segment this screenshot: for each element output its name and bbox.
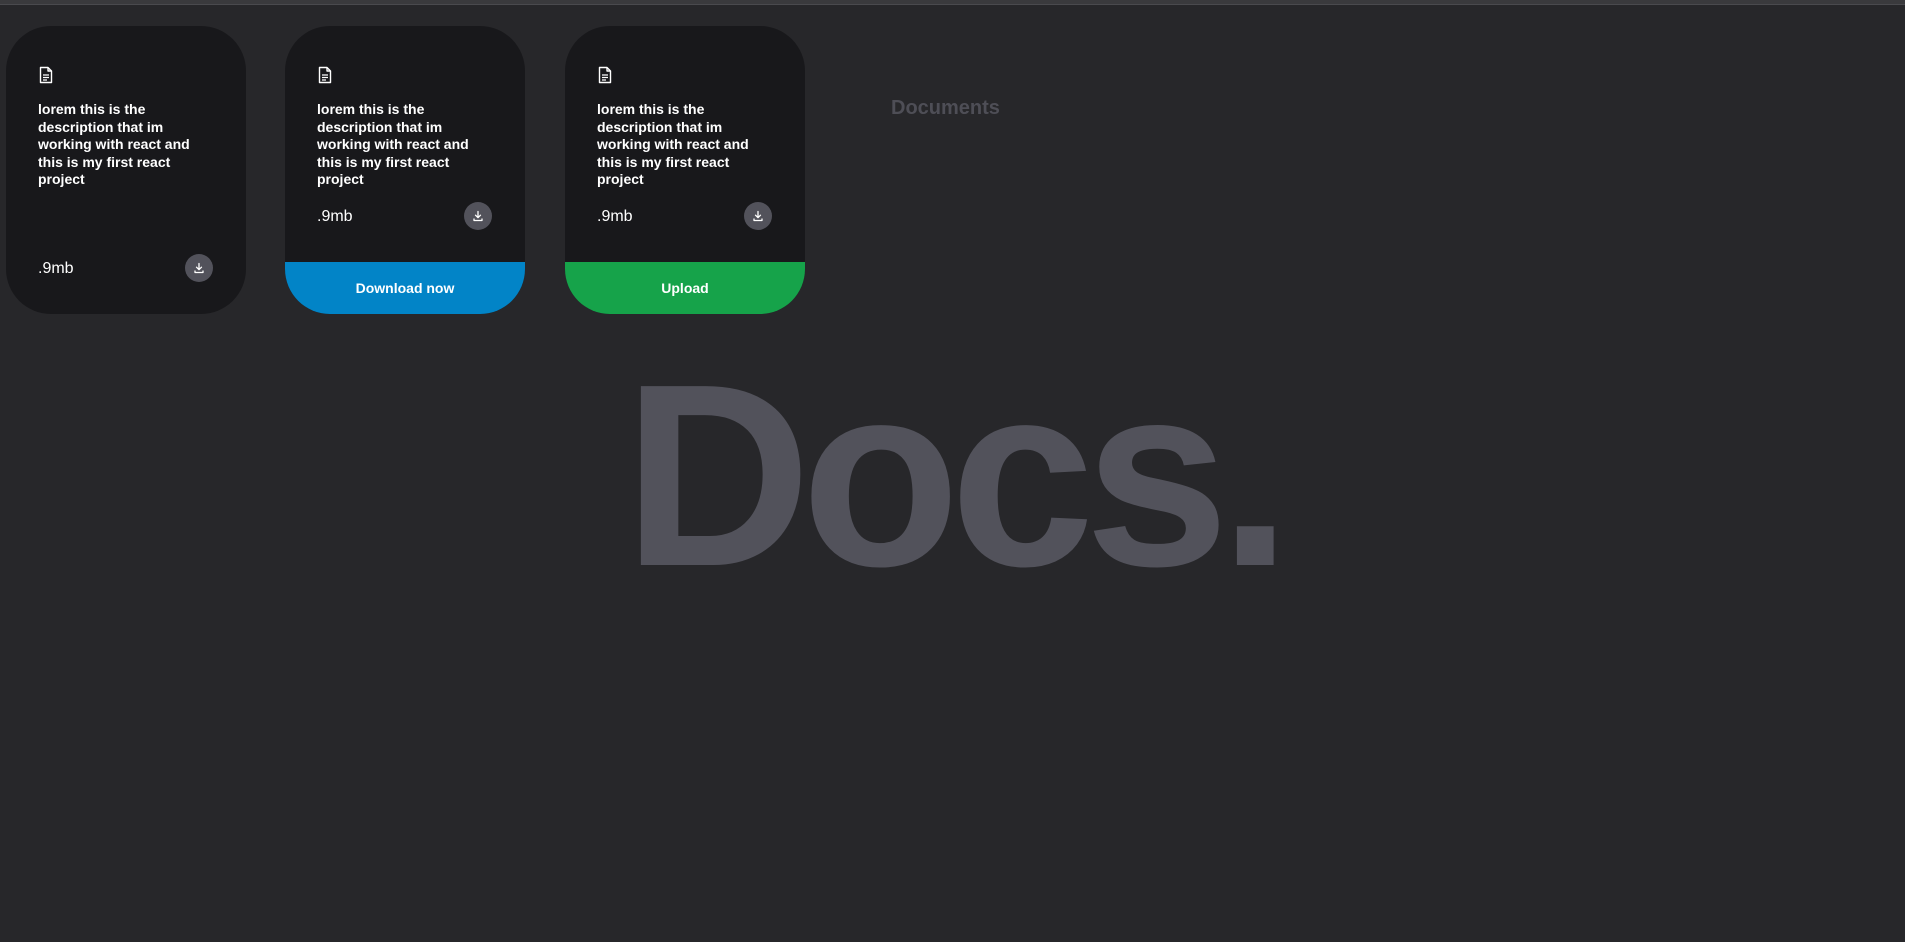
- document-card: lorem this is the description that im wo…: [285, 26, 525, 314]
- card-footer: .9mb: [285, 202, 525, 232]
- download-now-button[interactable]: Download now: [285, 262, 525, 314]
- card-description: lorem this is the description that im wo…: [38, 101, 190, 187]
- document-card: lorem this is the description that im wo…: [565, 26, 805, 314]
- file-size: .9mb: [317, 208, 353, 225]
- download-button[interactable]: [744, 202, 772, 230]
- download-icon: [753, 210, 763, 222]
- file-text-icon: [318, 66, 332, 84]
- card-footer: .9mb: [6, 254, 246, 284]
- background-title: Docs.: [623, 331, 1291, 621]
- file-size: .9mb: [38, 260, 74, 277]
- download-button[interactable]: [185, 254, 213, 282]
- card-footer: .9mb: [565, 202, 805, 232]
- file-size: .9mb: [597, 208, 633, 225]
- file-text-icon: [39, 66, 53, 84]
- card-description: lorem this is the description that im wo…: [317, 101, 469, 187]
- file-text-icon: [598, 66, 612, 84]
- section-label: Documents: [891, 97, 1000, 119]
- window-top-border: [0, 0, 1905, 5]
- download-button[interactable]: [464, 202, 492, 230]
- card-description: lorem this is the description that im wo…: [597, 101, 749, 187]
- upload-button[interactable]: Upload: [565, 262, 805, 314]
- download-icon: [473, 210, 483, 222]
- document-card: lorem this is the description that im wo…: [6, 26, 246, 314]
- download-icon: [194, 262, 204, 274]
